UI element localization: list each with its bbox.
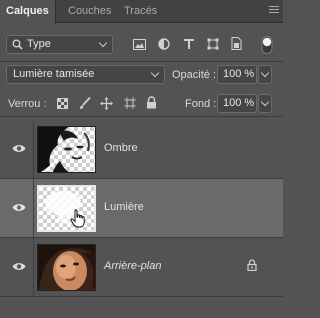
lock-row: Verrou : Fond : 100 % xyxy=(0,94,283,116)
filter-type-select[interactable]: Type xyxy=(6,35,113,54)
lock-artboard-icon[interactable] xyxy=(124,97,136,109)
tab-traces[interactable]: Tracés xyxy=(124,0,157,23)
chevron-down-icon xyxy=(260,97,270,107)
layer-name[interactable]: Ombre xyxy=(104,142,138,154)
blend-row: Lumière tamisée Opacité : 100 % xyxy=(0,65,283,87)
tab-calques[interactable]: Calques xyxy=(0,0,56,24)
filter-row: Type xyxy=(0,35,283,57)
opacity-value: 100 % xyxy=(223,68,255,80)
opacity-dropdown[interactable] xyxy=(258,65,272,84)
layer-thumbnail xyxy=(37,126,96,173)
chevron-down-icon xyxy=(98,38,108,48)
lock-transparent-pixels-icon[interactable] xyxy=(57,98,68,109)
fill-dropdown[interactable] xyxy=(258,94,272,113)
shadow-face-thumbnail xyxy=(38,127,90,172)
fill-label: Fond : xyxy=(185,98,217,110)
panel-menu-icon[interactable] xyxy=(269,6,279,15)
chevron-down-icon xyxy=(150,68,160,78)
layer-row-arriere-plan[interactable]: Arrière-plan xyxy=(0,238,283,297)
layers-list: Ombre Lumière Arrière-plan xyxy=(0,116,283,318)
filter-toggle-icon[interactable] xyxy=(261,36,273,54)
divider xyxy=(33,120,34,178)
lock-all-icon[interactable] xyxy=(146,96,157,109)
layer-row-lumiere[interactable]: Lumière xyxy=(0,179,283,238)
lock-label: Verrou : xyxy=(8,98,47,110)
lock-image-pixels-icon[interactable] xyxy=(79,97,91,110)
layer-name[interactable]: Arrière-plan xyxy=(104,260,161,272)
search-icon xyxy=(12,39,23,50)
shape-layer-filter-icon[interactable] xyxy=(207,38,219,50)
fill-value: 100 % xyxy=(223,97,255,109)
divider xyxy=(33,238,34,296)
chevron-down-icon xyxy=(260,68,270,78)
type-layer-filter-icon[interactable] xyxy=(183,38,195,50)
blend-mode-value: Lumière tamisée xyxy=(13,68,95,80)
divider xyxy=(33,179,34,237)
divider xyxy=(0,61,283,62)
layer-row-ombre[interactable]: Ombre xyxy=(0,120,283,179)
adjustment-layer-filter-icon[interactable] xyxy=(158,38,170,50)
eye-icon[interactable] xyxy=(12,262,26,271)
lock-position-icon[interactable] xyxy=(100,97,113,110)
smart-object-filter-icon[interactable] xyxy=(231,37,242,50)
eye-icon[interactable] xyxy=(12,144,26,153)
opacity-input[interactable]: 100 % xyxy=(217,65,257,84)
layer-name[interactable]: Lumière xyxy=(104,201,144,213)
pixel-layer-filter-icon[interactable] xyxy=(133,39,146,50)
blend-mode-select[interactable]: Lumière tamisée xyxy=(6,65,165,84)
panel-tab-bar: Calques Couches Tracés xyxy=(0,0,283,24)
portrait-photo-thumbnail xyxy=(38,245,95,290)
filter-type-label: Type xyxy=(27,38,51,50)
opacity-label: Opacité : xyxy=(172,69,217,81)
eye-icon[interactable] xyxy=(12,203,26,212)
fill-input[interactable]: 100 % xyxy=(217,94,257,113)
layer-thumbnail xyxy=(37,244,96,291)
tab-couches[interactable]: Couches xyxy=(68,0,111,23)
hand-cursor-icon xyxy=(70,209,85,228)
layer-thumbnail xyxy=(37,185,96,232)
lock-icon xyxy=(247,259,257,271)
